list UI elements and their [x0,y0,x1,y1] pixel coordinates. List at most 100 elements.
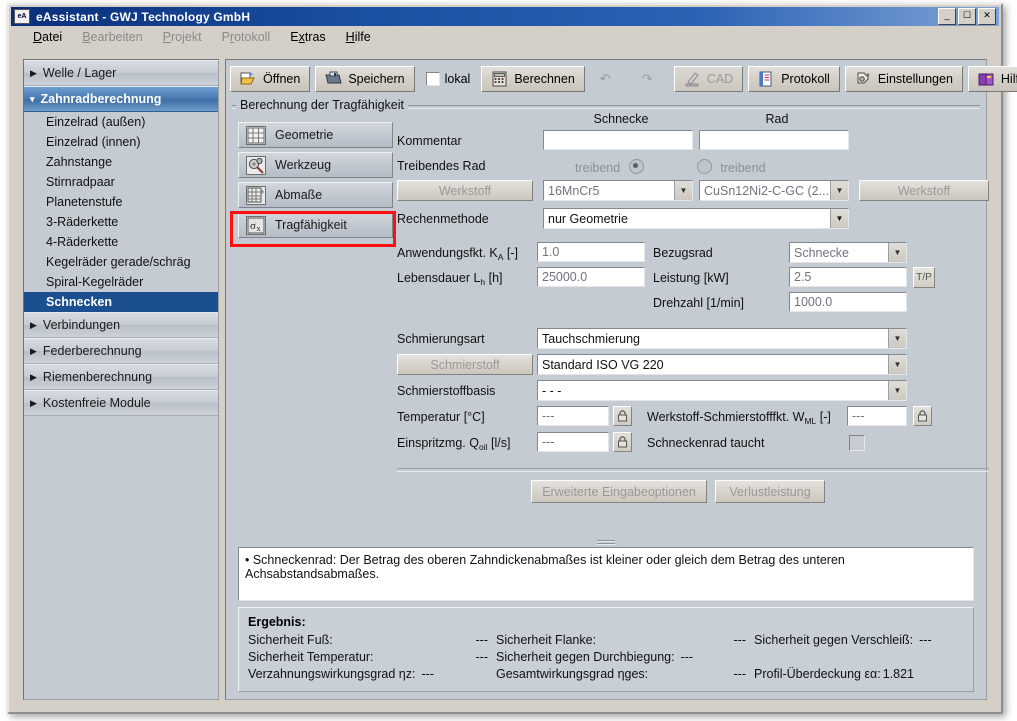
sidebar-item-einzelrad-innen[interactable]: Einzelrad (innen) [24,132,218,152]
lubrication-type-combo[interactable]: Tauchschmierung ▼ [537,328,907,349]
protocol-button[interactable]: Protokoll [748,66,840,92]
speed-input[interactable]: 1000.0 [789,292,907,312]
minimize-button[interactable]: _ [938,8,956,25]
menu-projekt[interactable]: Projekt [153,28,212,46]
lock-icon [917,410,928,422]
comment-worm-input[interactable] [543,130,693,150]
column-header-worm: Schnecke [547,112,695,126]
lubricant-button[interactable]: Schmierstoff [397,354,533,375]
tab-tragfaehigkeit[interactable]: σx Tragfähigkeit [238,212,393,238]
menu-extras[interactable]: Extras [280,28,335,46]
driving-worm-radio[interactable] [629,159,644,174]
settings-button[interactable]: Einstellungen [845,66,963,92]
help-button[interactable]: Hilfe [968,66,1017,92]
temperature-label: Temperatur [°C] [397,410,485,424]
maximize-button[interactable]: ☐ [958,8,976,25]
result-panel: Ergebnis: Sicherheit Fuß:--- Sicherheit … [238,607,974,692]
calculation-group: Berechnung der Tragfähigkeit Geometrie W… [232,98,980,693]
splitter-handle[interactable] [597,539,615,544]
calculate-button[interactable]: Berechnen [481,66,584,92]
sidebar-group-kostenfreie-module[interactable]: ▶ Kostenfreie Module [24,390,218,416]
lokal-checkbox[interactable] [426,72,440,86]
chevron-down-icon[interactable]: ▼ [888,329,906,348]
sidebar-group-zahnradberechnung[interactable]: ▾ Zahnradberechnung [24,86,218,112]
material-worm-combo[interactable]: 16MnCr5 ▼ [543,180,693,201]
ka-subscript: A [498,252,504,262]
sidebar-item-4-raederkette[interactable]: 4-Räderkette [24,232,218,252]
sidebar-item-spiral-kegelraeder[interactable]: Spiral-Kegelräder [24,272,218,292]
form-area: Schnecke Rad Kommentar Treibendes Rad tr… [397,112,974,512]
column-header-wheel: Rad [703,112,851,126]
triangle-right-icon: ▶ [30,347,37,356]
chevron-down-icon[interactable]: ▼ [888,381,906,400]
wml-input[interactable]: --- [847,406,907,426]
menu-hilfe[interactable]: Hilfe [336,28,381,46]
material-worm-button[interactable]: Werkstoff [397,180,533,201]
ka-label-text: Anwendungsfkt. K [397,246,498,260]
sidebar-item-planetenstufe[interactable]: Planetenstufe [24,192,218,212]
sidebar-item-kegelraeder[interactable]: Kegelräder gerade/schräg [24,252,218,272]
sidebar-item-zahnstange[interactable]: Zahnstange [24,152,218,172]
app-icon: eA [14,9,30,24]
driving-wheel-radio-wrap[interactable]: treibend [697,159,766,175]
material-wheel-button[interactable]: Werkstoff [859,180,989,201]
tab-abmasse[interactable]: Abmaße [238,182,393,208]
menu-datei[interactable]: Datei [23,28,72,46]
ka-input[interactable]: 1.0 [537,242,645,262]
menu-protokoll[interactable]: Protokoll [212,28,281,46]
qoil-lock-button[interactable] [613,432,632,452]
sidebar-item-label: Kegelräder gerade/schräg [46,255,191,269]
sidebar-item-label: Planetenstufe [46,195,122,209]
sidebar-item-3-raederkette[interactable]: 3-Räderkette [24,212,218,232]
temperature-input[interactable]: --- [537,406,609,426]
lh-input[interactable]: 25000.0 [537,267,645,287]
sidebar-item-schnecken[interactable]: Schnecken [24,292,218,312]
power-loss-button[interactable]: Verlustleistung [715,480,825,503]
torque-power-toggle-button[interactable]: T/P [913,267,935,288]
sidebar-item-label: 3-Räderkette [46,215,118,229]
result-key: Sicherheit gegen Durchbiegung: [496,650,675,664]
sidebar-group-federberechnung[interactable]: ▶ Federberechnung [24,338,218,364]
sidebar-item-einzelrad-aussen[interactable]: Einzelrad (außen) [24,112,218,132]
sidebar-group-verbindungen[interactable]: ▶ Verbindungen [24,312,218,338]
tab-geometrie[interactable]: Geometrie [238,122,393,148]
sidebar-group-riemenberechnung[interactable]: ▶ Riemenberechnung [24,364,218,390]
tab-werkzeug[interactable]: Werkzeug [238,152,393,178]
redo-button[interactable]: ↷ [632,66,669,92]
chevron-down-icon[interactable]: ▼ [888,243,906,262]
chevron-down-icon[interactable]: ▼ [674,181,692,200]
open-button[interactable]: Öffnen [230,66,310,92]
power-input[interactable]: 2.5 [789,267,907,287]
toolbar: Öffnen Speichern lokal Berechnen [230,64,982,94]
lubricant-combo[interactable]: Standard ISO VG 220 ▼ [537,354,907,375]
material-wheel-combo[interactable]: CuSn12Ni2-C-GC (2... ▼ [699,180,849,201]
close-button[interactable]: ✕ [978,8,996,25]
undo-button[interactable]: ↶ [590,66,627,92]
sidebar-group-welle-lager[interactable]: ▶ Welle / Lager [24,60,218,86]
comment-wheel-input[interactable] [699,130,849,150]
advanced-options-button[interactable]: Erweiterte Eingabeoptionen [531,480,707,503]
dipping-checkbox[interactable] [849,435,865,451]
cad-button[interactable]: CAD [674,66,743,92]
reference-combo[interactable]: Schnecke ▼ [789,242,907,263]
lubricant-base-combo[interactable]: - - - ▼ [537,380,907,401]
driving-worm-radio-wrap[interactable]: treibend [575,159,644,175]
chevron-down-icon[interactable]: ▼ [830,209,848,228]
temperature-lock-button[interactable] [613,406,632,426]
result-key: Sicherheit gegen Verschleiß: [754,633,913,647]
group-title: Berechnung der Tragfähigkeit [236,98,408,112]
lubrication-type-label: Schmierungsart [397,332,485,346]
save-button[interactable]: Speichern [315,66,414,92]
menu-bearbeiten[interactable]: Bearbeiten [72,28,152,46]
chevron-down-icon[interactable]: ▼ [888,355,906,374]
lh-subscript: h [480,277,485,287]
qoil-input[interactable]: --- [537,432,609,452]
chevron-down-icon[interactable]: ▼ [830,181,848,200]
driving-wheel-radio[interactable] [697,159,712,174]
dipping-label: Schneckenrad taucht [647,436,764,450]
wml-lock-button[interactable] [913,406,932,426]
lokal-checkbox-wrap[interactable]: lokal [420,72,477,86]
sidebar-item-stirnradpaar[interactable]: Stirnradpaar [24,172,218,192]
method-combo[interactable]: nur Geometrie ▼ [543,208,849,229]
title-bar: eA eAssistant - GWJ Technology GmbH _ ☐ … [11,7,999,26]
